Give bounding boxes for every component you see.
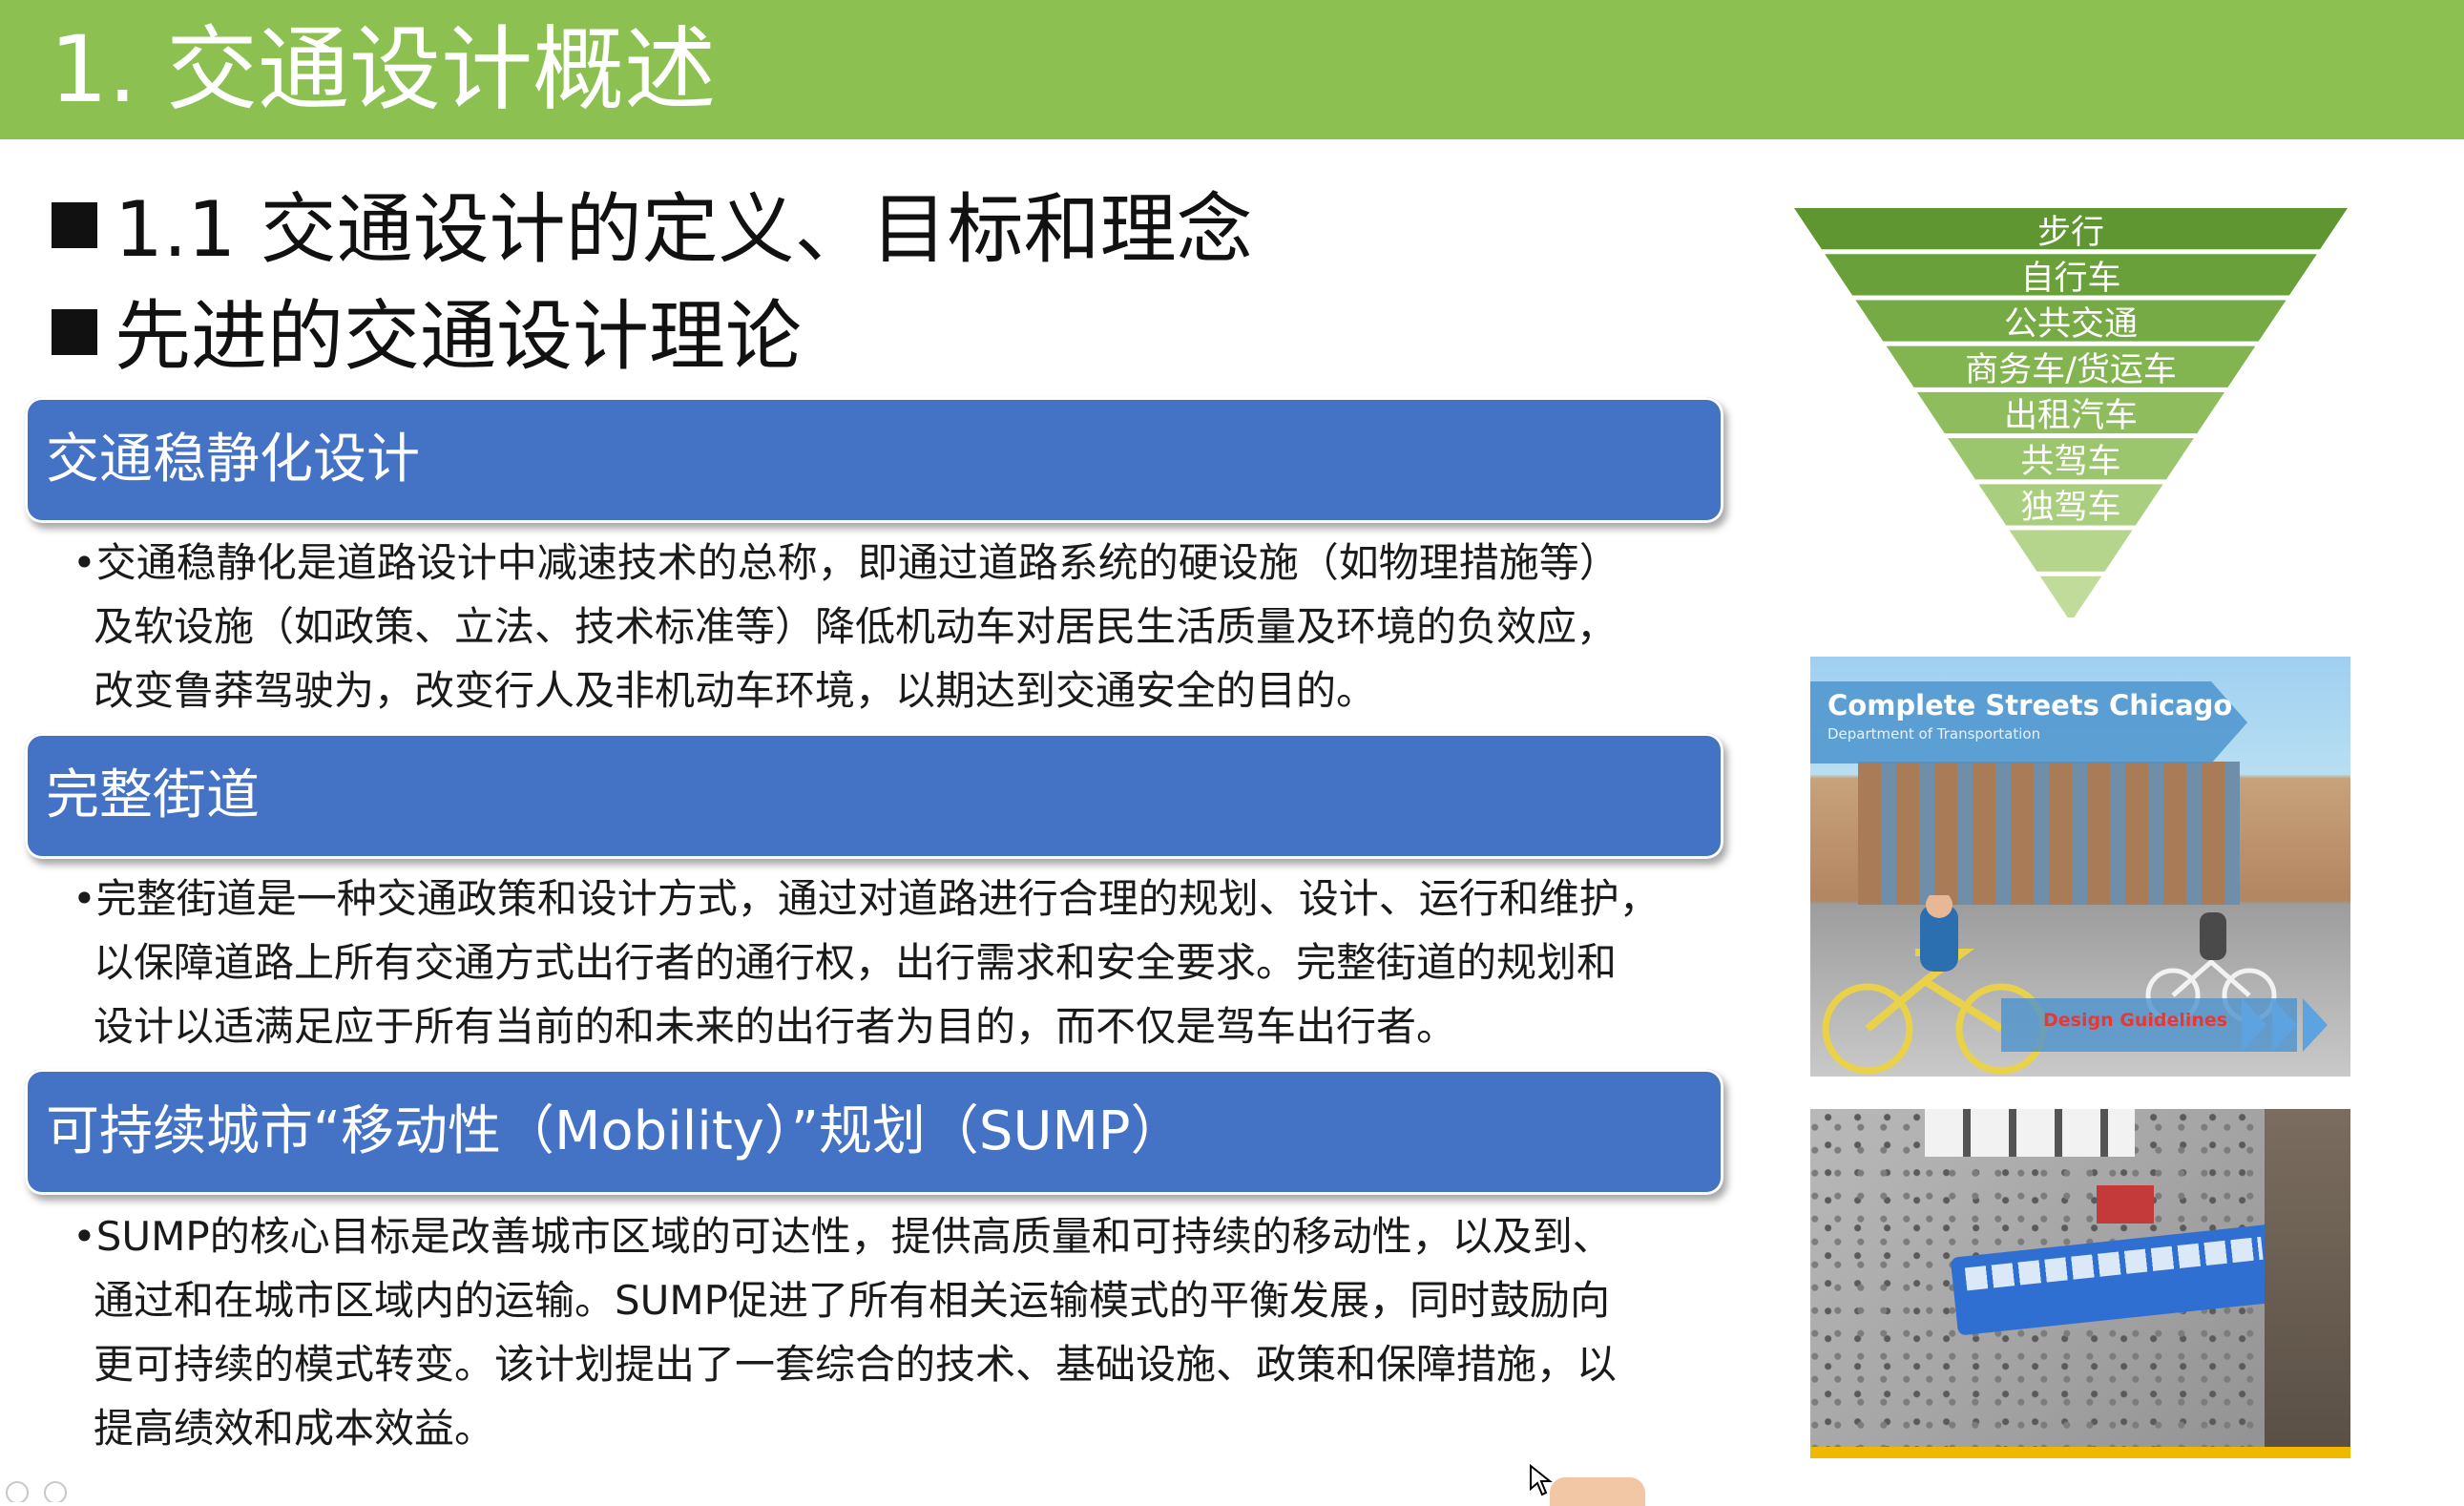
section-bar-complete-streets: 完整街道 [25, 733, 1723, 859]
section-bar-sump: 可持续城市“移动性（Mobility）”规划（SUMP） [25, 1069, 1723, 1195]
pyramid-level-freight: 商务车/货运车 [1965, 351, 2177, 389]
paragraph-line: •SUMP的核心目标是改善城市区域的可达性，提供高质量和可持续的移动性，以及到、 [73, 1213, 1613, 1260]
section-title: 完整街道 [46, 764, 260, 826]
cs-title: Complete Streets Chicago [1827, 689, 2233, 722]
square-bullet-icon [52, 202, 97, 248]
paragraph-line: 通过和在城市区域内的运输。SUMP促进了所有相关运输模式的平衡发展，同时鼓励向 [94, 1277, 1610, 1324]
building-facade [1858, 762, 2240, 905]
paragraph-line: 及软设施（如政策、立法、技术标准等）降低机动车对居民生活质量及环境的负效应， [94, 603, 1618, 650]
building-edge [2265, 1109, 2350, 1447]
section-bar-traffic-calming: 交通稳静化设计 [25, 397, 1723, 523]
section-paragraph-complete-streets: •完整街道是一种交通政策和设计方式，通过对道路进行合理的规划、设计、运行和维护，… [73, 867, 1723, 1058]
section-paragraph-traffic-calming: •交通稳静化是道路设计中减速技术的总称，即通过道路系统的硬设施（如物理措施等） … [73, 531, 1723, 722]
slide-nav-icons[interactable] [2, 1477, 78, 1502]
design-guidelines-label: Design Guidelines [2043, 1010, 2228, 1031]
city-square-bus-image [1810, 1109, 2350, 1458]
paragraph-line: •完整街道是一种交通政策和设计方式，通过对道路进行合理的规划、设计、运行和维护， [73, 875, 1660, 922]
pyramid-level-single-driver: 独驾车 [2020, 489, 2121, 527]
paragraph-line: 更可持续的模式转变。该计划提出了一套综合的技术、基础设施、政策和保障措施，以 [94, 1341, 1618, 1388]
section-title: 交通稳静化设计 [46, 429, 420, 491]
chevron-right-icon [2303, 998, 2328, 1052]
paragraph-line: 以保障道路上所有交通方式出行者的通行权，出行需求和安全要求。完整街道的规划和 [94, 939, 1618, 986]
paragraph-line: 改变鲁莽驾驶为，改变行人及非机动车环境，以期达到交通安全的目的。 [94, 667, 1377, 714]
pyramid-level-taxi: 出租汽车 [2003, 397, 2138, 435]
pyramid-level-bicycle: 自行车 [2020, 260, 2121, 298]
red-kiosk [2097, 1185, 2154, 1224]
heading-2: 先进的交通设计理论 [52, 284, 802, 389]
section-title: 可持续城市“移动性（Mobility）”规划（SUMP） [46, 1100, 1184, 1162]
paragraph-line: 提高绩效和成本效益。 [94, 1405, 495, 1452]
heading-2-text: 先进的交通设计理论 [115, 292, 802, 381]
heading-1: 1.1 交通设计的定义、目标和理念 [52, 178, 1253, 282]
paragraph-line: •交通稳静化是道路设计中减速技术的总称，即通过道路系统的硬设施（如物理措施等） [73, 539, 1619, 586]
chevron-right-icon [2272, 998, 2297, 1052]
cs-subtitle: Department of Transportation [1827, 725, 2041, 743]
title-bar: 1. 交通设计概述 [0, 0, 2464, 139]
pyramid-band [2009, 530, 2133, 572]
slide-title: 1. 交通设计概述 [50, 16, 717, 123]
complete-streets-chicago-image: Complete Streets Chicago Department of T… [1810, 657, 2350, 1077]
pyramid-level-carpool: 共驾车 [2020, 443, 2121, 481]
heading-1-text: 1.1 交通设计的定义、目标和理念 [115, 185, 1253, 274]
chevron-right-icon [2242, 998, 2266, 1052]
market-awnings [1925, 1109, 2135, 1157]
pyramid-level-walking: 步行 [2036, 214, 2104, 252]
paragraph-line: 设计以适满足应于所有当前的和未来的出行者为目的，而不仅是驾车出行者。 [94, 1003, 1457, 1050]
bus-icon [1950, 1224, 2282, 1336]
presenter-hand [1550, 1477, 1645, 1506]
square-bullet-icon [52, 309, 97, 355]
pyramid-band [2039, 575, 2102, 617]
section-paragraph-sump: •SUMP的核心目标是改善城市区域的可达性，提供高质量和可持续的移动性，以及到、… [73, 1204, 1723, 1460]
pyramid-level-public-transit: 公共交通 [2003, 305, 2138, 344]
